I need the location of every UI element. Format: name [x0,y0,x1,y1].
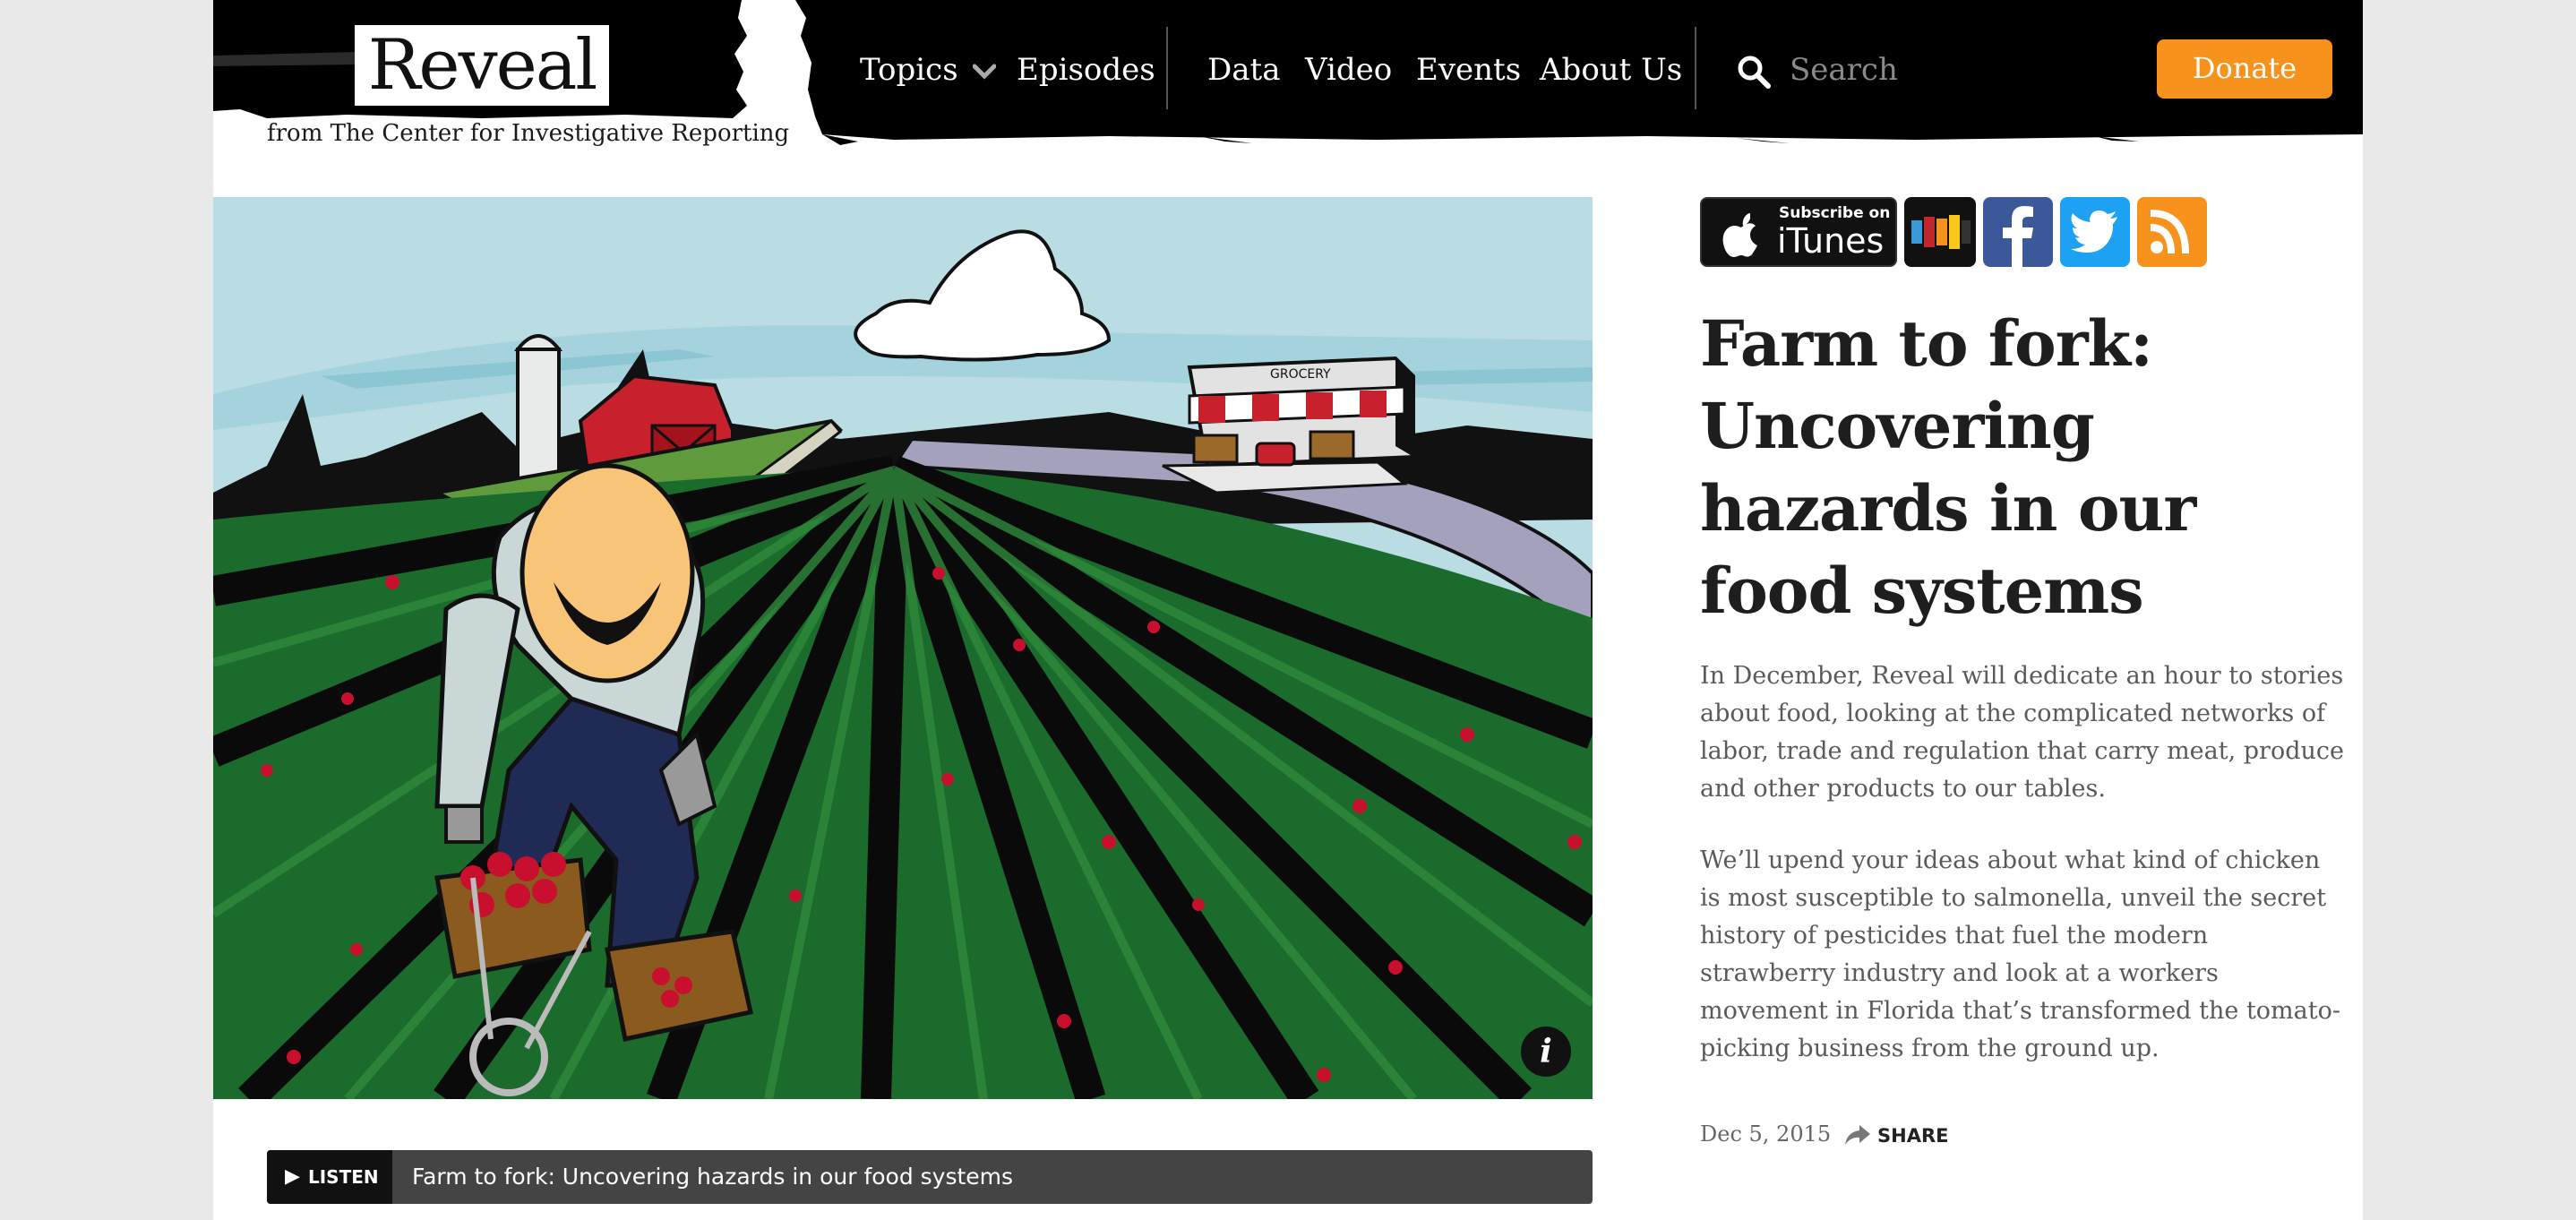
apple-icon [1722,213,1757,257]
facebook-icon [2003,206,2033,267]
nav-video[interactable]: Video [1305,45,1392,95]
site-header: Reveal from The Center for Investigative… [213,0,2363,159]
nav-divider [1166,27,1168,109]
listen-button[interactable]: ▶ LISTEN [267,1150,392,1204]
nav-divider [1695,27,1696,109]
audio-player-bar: ▶ LISTEN Farm to fork: Uncovering hazard… [267,1150,1593,1204]
search-icon[interactable] [1736,54,1772,90]
hero-illustration: GROCERY [213,197,1593,1099]
subscribe-rss-button[interactable] [2137,197,2207,267]
listen-label: LISTEN [308,1166,379,1188]
donate-button[interactable]: Donate [2157,39,2332,99]
article-paragraph: We’ll upend your ideas about what kind o… [1700,846,2340,1062]
logo-tagline: from The Center for Investigative Report… [267,120,790,147]
subscribe-stitcher-button[interactable] [1904,197,1976,267]
image-info-button[interactable]: i [1521,1027,1571,1077]
nav-episodes[interactable]: Episodes [1017,45,1155,95]
share-arrow-icon [1845,1125,1870,1145]
nav-topics[interactable]: Topics [860,45,997,95]
publish-date: Dec 5, 2015 [1700,1121,1832,1147]
rss-icon [2150,210,2189,254]
chevron-down-icon [972,64,997,80]
subscribe-twitter-button[interactable] [2060,197,2130,267]
stitcher-icon [1911,215,1971,249]
article-title: Farm to fork: Uncovering hazards in our … [1700,306,2196,628]
episode-title: Farm to fork: Uncovering hazards in our … [412,1164,1014,1190]
farm-illustration: GROCERY [213,197,1593,1099]
play-icon: ▶ [285,1165,300,1188]
reveal-logo[interactable]: Reveal [355,25,609,106]
logo-wordmark: Reveal [367,25,598,106]
itunes-wordmark: iTunes [1777,221,1885,261]
subscribe-facebook-button[interactable] [1983,197,2053,267]
nav-topics-label: Topics [860,52,958,88]
page: Reveal from The Center for Investigative… [213,0,2363,1220]
nav-about-us[interactable]: About Us [1540,45,1682,95]
nav-events[interactable]: Events [1416,45,1521,95]
subscribe-itunes-button[interactable]: Subscribe on iTunes [1700,197,1897,267]
share-label: SHARE [1877,1125,1949,1147]
search-input[interactable] [1790,45,2040,95]
article-paragraph: In December, Reveal will dedicate an hou… [1700,662,2344,803]
grocery-sign: GROCERY [1270,367,1331,382]
itunes-subscribe-text: Subscribe on [1779,204,1891,222]
twitter-icon [2071,210,2117,253]
nav-data[interactable]: Data [1207,45,1280,95]
